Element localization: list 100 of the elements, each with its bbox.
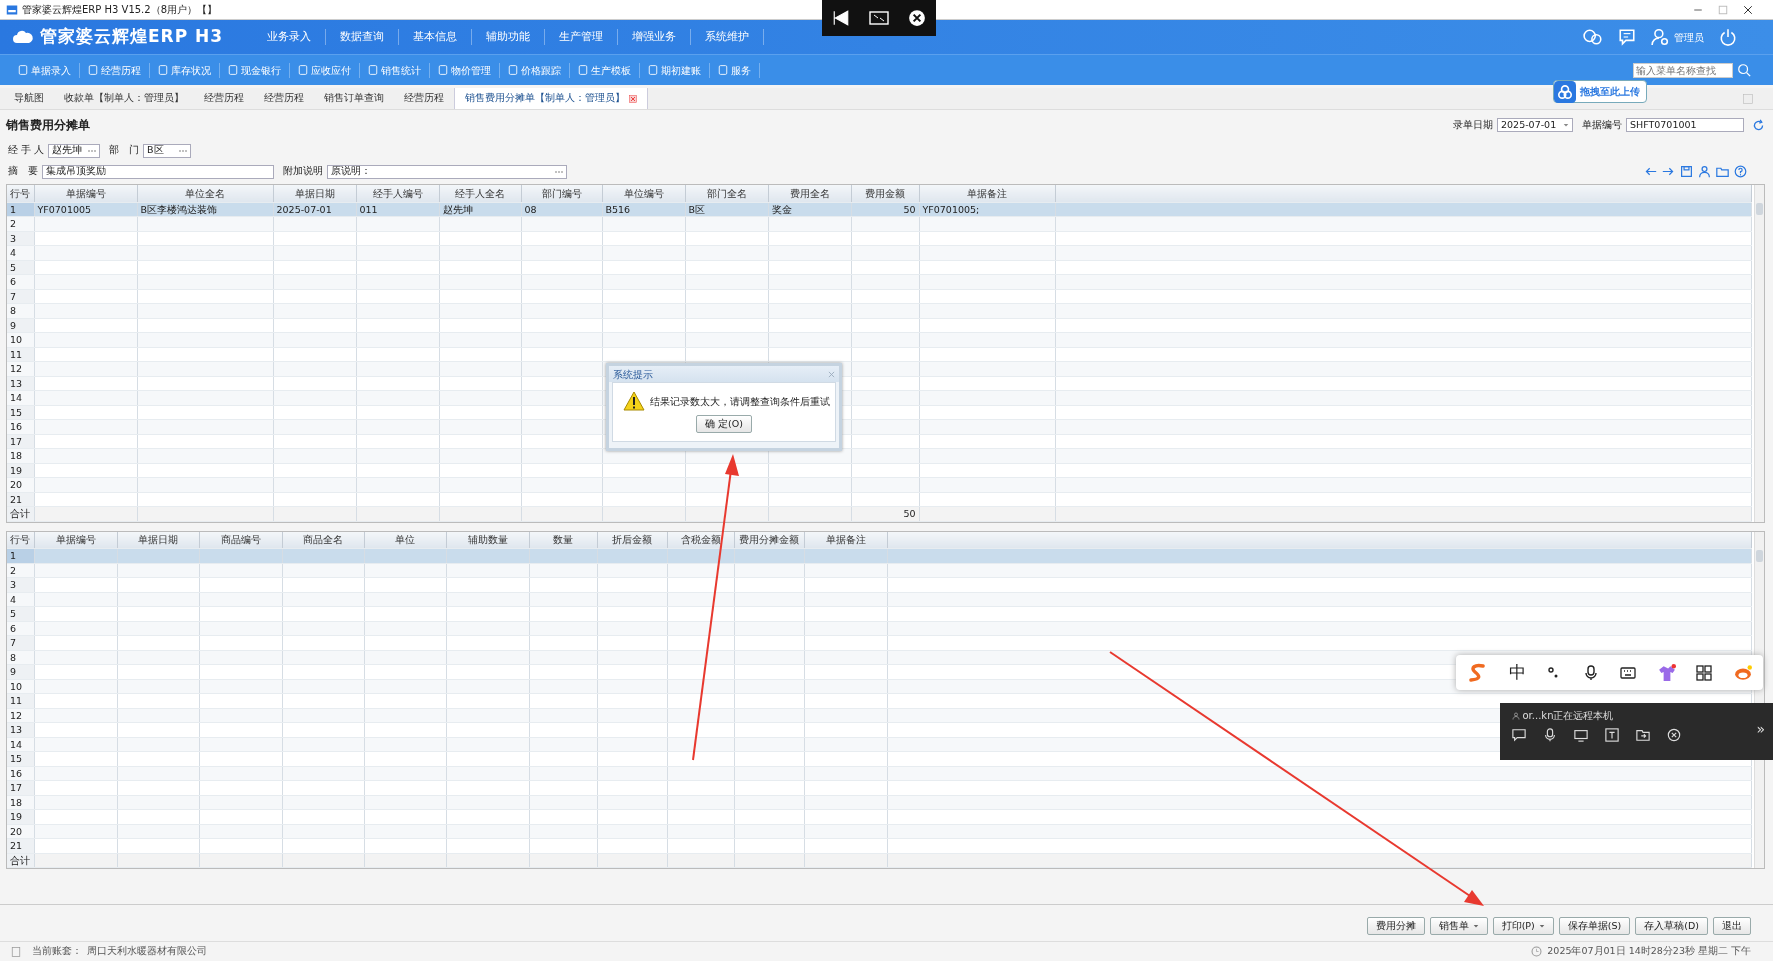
clock-icon	[1531, 946, 1543, 957]
column-header: 部门编号	[521, 185, 602, 202]
field-label: 录单日期	[1453, 117, 1493, 132]
field-label: 部 门	[109, 143, 140, 158]
chat-icon[interactable]	[1512, 728, 1526, 742]
field-label: 摘 要	[8, 164, 38, 179]
action-button[interactable]: 费用分摊	[1366, 916, 1425, 935]
action-button[interactable]: 打印(P)	[1492, 916, 1554, 935]
summary-field[interactable]: 集成吊顶奖励	[42, 164, 274, 179]
remote-status-text: or...kn正在远程本机	[1522, 709, 1614, 723]
column-header: 费用金额	[851, 185, 919, 202]
column-header: 费用分摊金额	[734, 531, 804, 549]
column-header: 折后金额	[597, 531, 667, 549]
column-header: 费用全名	[768, 185, 851, 202]
column-header: 单据编号	[34, 185, 137, 202]
column-header: 数量	[529, 531, 597, 549]
document-icon	[648, 65, 658, 75]
field-label: 单据编号	[1582, 117, 1622, 132]
transfer-icon[interactable]	[1636, 728, 1650, 742]
menu-item[interactable]: 基本信息	[399, 28, 473, 46]
grid-icon[interactable]	[1696, 664, 1713, 681]
power-icon[interactable]	[1719, 28, 1737, 46]
column-header: 含税金额	[667, 531, 734, 549]
menu-item[interactable]: 数据查询	[326, 28, 400, 46]
document-icon	[88, 65, 98, 75]
menu-item[interactable]: 业务录入	[253, 28, 327, 46]
column-header: 单位编号	[602, 185, 685, 202]
column-header: 单位	[364, 531, 446, 549]
user-icon	[1512, 711, 1520, 720]
keyboard-icon[interactable]	[1619, 664, 1638, 681]
document-icon	[438, 65, 448, 75]
document-icon	[578, 65, 588, 75]
status-label: 当前账套：	[32, 944, 82, 959]
help-icon[interactable]	[1734, 165, 1747, 178]
column-header: 经手人编号	[356, 185, 439, 202]
document-number-field[interactable]: SHFT0701001	[1626, 118, 1744, 132]
close-icon[interactable]	[908, 9, 927, 27]
tab[interactable]: 销售费用分摊单【制单人：管理员】	[454, 88, 648, 109]
column-header: 单据备注	[804, 531, 887, 549]
action-button[interactable]: 退出	[1713, 916, 1751, 935]
menu-item[interactable]: 增强业务	[618, 28, 692, 46]
window-icon	[1743, 93, 1753, 104]
column-header: 行号	[7, 185, 34, 202]
column-header: 经手人全名	[439, 185, 521, 202]
microphone-icon[interactable]	[1582, 663, 1599, 682]
column-header: 商品全名	[282, 531, 364, 549]
note-field[interactable]: 原说明：	[327, 164, 567, 179]
action-button[interactable]: 销售单	[1429, 916, 1488, 935]
refresh-icon[interactable]	[1752, 118, 1765, 132]
form-title: 销售费用分摊单	[5, 117, 91, 134]
warning-icon	[623, 391, 645, 411]
menu-item[interactable]: 辅助功能	[472, 28, 546, 46]
logo: 管家婆云辉煌ERP H3	[40, 25, 224, 49]
app-icon	[6, 3, 18, 16]
window-title: 管家婆云辉煌ERP H3 V15.2（8用户）【】	[22, 3, 217, 17]
user-icon[interactable]	[1698, 165, 1711, 178]
right-arrow-icon[interactable]	[1662, 165, 1675, 178]
message-icon[interactable]	[1618, 28, 1636, 46]
column-header: 行号	[7, 531, 34, 549]
department-field[interactable]: B区	[143, 143, 192, 158]
date-field[interactable]: 2025-07-01	[1497, 118, 1573, 132]
account-name: 周口天利水暖器材有限公司	[87, 944, 207, 959]
menu-item[interactable]: 生产管理	[545, 28, 619, 46]
action-button[interactable]: 存入草稿(D)	[1635, 916, 1708, 935]
menu-item[interactable]: 系统维护	[691, 28, 765, 46]
search-icon[interactable]	[1737, 63, 1751, 77]
column-header: 单据日期	[117, 531, 199, 549]
column-header: 单据备注	[919, 185, 1055, 202]
shirt-icon[interactable]	[1657, 663, 1676, 682]
caret-icon	[1563, 122, 1569, 128]
column-header: 部门全名	[685, 185, 768, 202]
input-mode-button[interactable]: 中	[1508, 659, 1526, 686]
menu-search-field[interactable]: 输入菜单名称查找	[1633, 62, 1733, 78]
field-label: 附加说明	[283, 164, 323, 179]
left-arrow-icon[interactable]	[1644, 165, 1657, 178]
expand-button[interactable]: »	[1756, 719, 1765, 740]
folder-icon[interactable]	[1716, 165, 1729, 178]
dialog-message: 结果记录数太大，请调整查询条件后重试	[650, 394, 830, 409]
document-icon	[18, 65, 28, 75]
document-icon	[158, 65, 168, 75]
resize-icon[interactable]	[869, 10, 889, 26]
upload-button[interactable]: 拖拽至此上传	[1553, 80, 1647, 103]
column-header: 单据日期	[273, 185, 356, 202]
handler-field[interactable]: 赵先坤	[48, 143, 101, 158]
save-icon[interactable]	[1680, 165, 1693, 178]
close-icon[interactable]	[1743, 4, 1753, 15]
column-header: 辅助数量	[446, 531, 529, 549]
text-box-icon[interactable]	[1605, 728, 1619, 742]
column-header: 商品编号	[199, 531, 282, 549]
microphone-icon[interactable]	[1543, 728, 1557, 742]
column-header: 单位全名	[137, 185, 273, 202]
action-button[interactable]: 保存单据(S)	[1558, 916, 1631, 935]
field-label: 经 手 人	[8, 143, 45, 158]
column-header: 单据编号	[34, 531, 117, 549]
user-icon[interactable]	[1651, 28, 1669, 46]
scrollbar[interactable]	[1754, 185, 1764, 522]
screen-icon[interactable]	[1574, 728, 1588, 742]
ok-button[interactable]: 确 定(O)	[696, 415, 752, 434]
document-icon	[228, 65, 238, 75]
dialog-title: 系统提示	[613, 367, 653, 382]
